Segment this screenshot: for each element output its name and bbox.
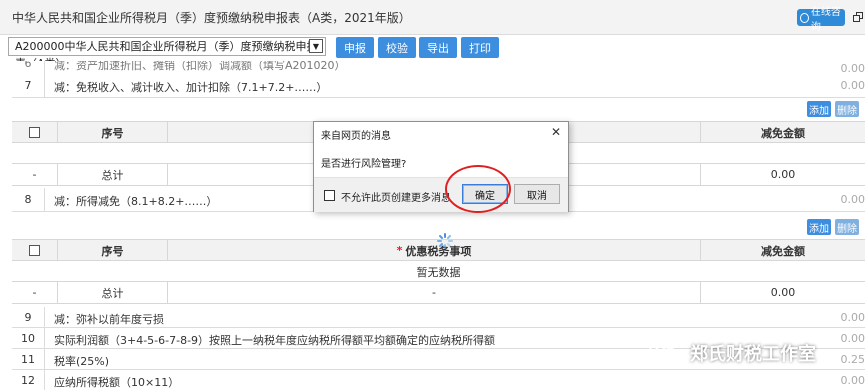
- restore-window-icon[interactable]: [853, 12, 863, 22]
- row-value: 0.00: [840, 374, 865, 387]
- suppress-dialogs-label: 不允许此页创建更多消息: [341, 193, 451, 204]
- column-header-amount: 减免金额: [761, 126, 805, 140]
- export-button[interactable]: 导出: [419, 37, 457, 58]
- delete-button[interactable]: 删除: [835, 219, 859, 235]
- row-value: 0.00: [840, 332, 865, 345]
- select-all-checkbox[interactable]: [29, 245, 40, 256]
- row-value: 0.00: [840, 311, 865, 324]
- row-label: 减：资产加速折旧、摊销（扣除）调减额（填写A201020）: [54, 61, 346, 72]
- dialog-footer: 不允许此页创建更多消息 确定 取消: [314, 177, 568, 212]
- row-number: 11: [21, 353, 35, 366]
- row-label: 税率(25%): [54, 355, 110, 368]
- total-value: 0.00: [770, 286, 796, 299]
- watermark: 郑氏财税工作室: [648, 335, 816, 371]
- total-mid: -: [168, 282, 701, 303]
- headset-icon: [800, 12, 809, 23]
- validate-button[interactable]: 校验: [378, 37, 416, 58]
- watermark-text: 郑氏财税工作室: [690, 344, 816, 365]
- wechat-icon: [649, 341, 680, 364]
- select-all-checkbox[interactable]: [29, 127, 40, 138]
- column-header-seq: 序号: [58, 122, 168, 143]
- online-consult-label: 在线咨询: [810, 6, 841, 33]
- dialog-title: 来自网页的消息: [321, 131, 391, 142]
- form-row: 9 减：弥补以前年度亏损 0.00: [12, 307, 865, 328]
- close-icon[interactable]: ✕: [551, 125, 561, 139]
- total-value: 0.00: [770, 168, 796, 181]
- total-dash: -: [12, 164, 58, 185]
- row-number: 9: [24, 311, 32, 324]
- highlight-circle: [445, 165, 511, 213]
- chevron-down-icon[interactable]: ▼: [309, 39, 323, 53]
- row-label: 减：免税收入、减计收入、加计扣除（7.1+7.2+……）: [54, 81, 328, 94]
- row-label: 减：弥补以前年度亏损: [54, 313, 164, 326]
- income-reduction-subtable: 添加 删除 序号 * 优惠税务事项 减免金额 暂无数据 - 总计 - 0.00: [12, 211, 865, 306]
- row-label: 应纳所得税额（10×11）: [54, 376, 180, 389]
- form-row: 7 减：免税收入、减计收入、加计扣除（7.1+7.2+……） 0.00: [12, 73, 865, 98]
- column-header-item: * 优惠税务事项: [168, 240, 701, 261]
- column-header-amount: 减免金额: [761, 244, 805, 258]
- print-button[interactable]: 打印: [461, 37, 499, 58]
- row-value: 0.00: [840, 193, 865, 206]
- column-header-seq: 序号: [58, 240, 168, 261]
- row-number: 7: [24, 79, 32, 92]
- toolbar: A200000中华人民共和国企业所得税月（季）度预缴纳税申报表（A类） ▼ 申报…: [0, 35, 865, 70]
- row-number: 12: [21, 374, 35, 387]
- cancel-button[interactable]: 取消: [514, 184, 560, 204]
- table-total-row: - 总计 - 0.00: [12, 281, 865, 304]
- app-header: 中华人民共和国企业所得税月（季）度预缴纳税申报表（A类，2021年版） 在线咨询: [0, 0, 865, 35]
- total-dash: -: [12, 282, 58, 303]
- row-label: 实际利润额（3+4-5-6-7-8-9）按照上一纳税年度应纳税所得额平均额确定的…: [54, 334, 496, 347]
- add-button[interactable]: 添加: [807, 101, 831, 117]
- row-number: 10: [21, 332, 35, 345]
- required-mark: *: [396, 244, 403, 257]
- dialog-message: 是否进行风险管理?: [321, 159, 407, 170]
- add-button[interactable]: 添加: [807, 219, 831, 235]
- row-number: 8: [24, 193, 32, 206]
- loading-spinner-icon: [437, 233, 453, 249]
- online-consult-button[interactable]: 在线咨询: [797, 7, 845, 33]
- row-number: 6: [24, 61, 32, 70]
- delete-button[interactable]: 删除: [835, 101, 859, 117]
- row-value: 0.25: [840, 353, 865, 366]
- confirm-dialog: 来自网页的消息 ✕ 是否进行风险管理? 不允许此页创建更多消息 确定 取消: [313, 121, 569, 212]
- row-value: 0.00: [840, 79, 865, 92]
- declare-button[interactable]: 申报: [336, 37, 374, 58]
- page-title: 中华人民共和国企业所得税月（季）度预缴纳税申报表（A类，2021年版）: [12, 11, 411, 25]
- empty-text: 暂无数据: [416, 265, 461, 279]
- total-label: 总计: [58, 282, 168, 303]
- form-type-select[interactable]: A200000中华人民共和国企业所得税月（季）度预缴纳税申报表（A类） ▼: [8, 37, 326, 70]
- form-row: 12 应纳所得税额（10×11） 0.00: [12, 370, 865, 390]
- suppress-dialogs-checkbox[interactable]: [324, 190, 335, 201]
- total-label: 总计: [58, 164, 168, 185]
- row-label: 减：所得减免（8.1+8.2+……）: [54, 195, 218, 208]
- table-empty-row: 暂无数据: [12, 260, 865, 282]
